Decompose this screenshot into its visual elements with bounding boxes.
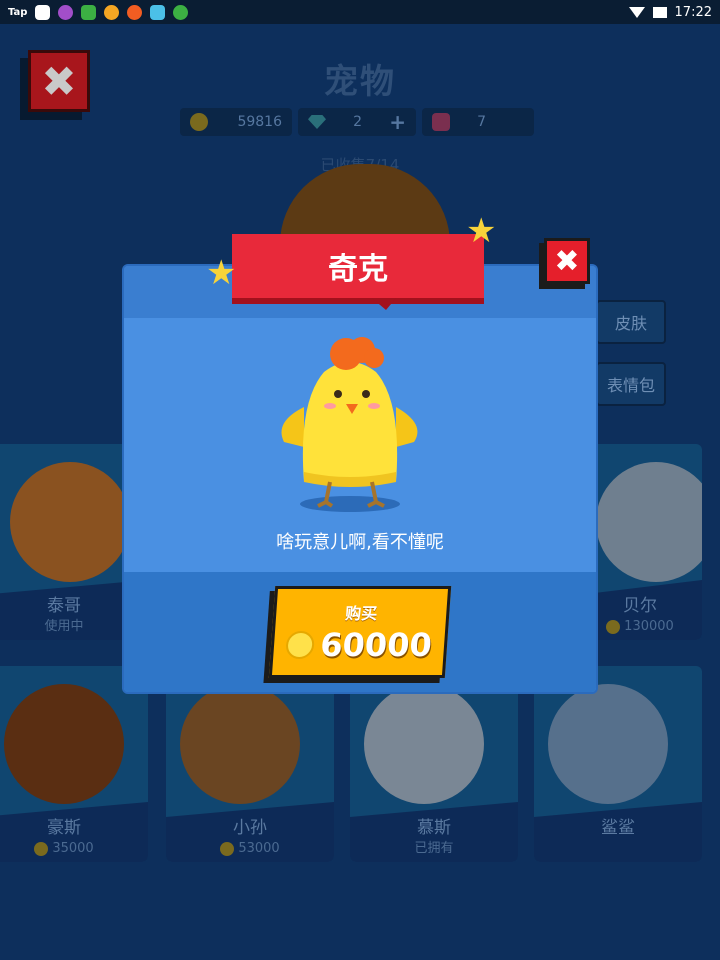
clock: 17:22: [674, 4, 712, 20]
bag-balance: 7: [422, 108, 534, 136]
coin-icon: [606, 619, 621, 634]
app-icon-3: [81, 4, 97, 20]
pet-name: 小孙: [233, 818, 267, 838]
download-icon: [173, 4, 189, 20]
pet-image: [4, 684, 124, 804]
app-icon-2: [58, 4, 74, 20]
coin-icon: [34, 841, 49, 856]
dialog-pet-name: 奇克: [328, 252, 388, 287]
coin-count: 59816: [237, 114, 282, 130]
close-icon: ✖: [554, 243, 580, 279]
wifi-icon: [628, 6, 645, 18]
gem-count: 2: [353, 114, 363, 130]
gem-balance: 2 +: [298, 108, 416, 136]
star-icon: ★: [466, 211, 497, 251]
bag-count: 7: [477, 114, 486, 130]
pet-price: 130000: [578, 619, 702, 634]
currency-bar: 59816 2 + 7: [180, 108, 534, 136]
app-icon-6: [150, 4, 166, 20]
ribbon-tail: [372, 298, 396, 310]
battery-icon: [652, 6, 667, 18]
pet-card-sha-sha[interactable]: 鲨鲨: [534, 666, 702, 862]
sticker-pack-button[interactable]: 表情包: [596, 362, 666, 406]
coin-balance: 59816: [180, 108, 292, 136]
coin-icon: [285, 631, 316, 659]
pet-image: [596, 462, 702, 582]
bag-icon: [432, 113, 450, 131]
coin-icon: [220, 841, 235, 856]
pet-card-mu-si[interactable]: 慕斯 已拥有: [350, 666, 518, 862]
buy-label: 购买: [344, 604, 378, 623]
star-icon: ★: [206, 253, 237, 293]
notification-icons: Tap: [8, 4, 189, 20]
pet-name: 贝尔: [623, 596, 657, 616]
app-icon-4: [104, 4, 120, 20]
pet-price: 53000: [166, 841, 334, 856]
pet-status: 已拥有: [414, 841, 454, 856]
app-icon-5: [127, 4, 143, 20]
skin-button[interactable]: 皮肤: [596, 300, 666, 344]
pet-name: 豪斯: [47, 818, 81, 838]
add-gems-button[interactable]: +: [389, 110, 406, 134]
pet-card-bei-er[interactable]: 贝尔 130000: [578, 444, 702, 640]
close-dialog-button[interactable]: ✖: [544, 238, 590, 284]
buy-button[interactable]: 购买 60000: [268, 586, 452, 678]
chick-pet-image: [264, 332, 434, 516]
pet-description: 啥玩意儿啊,看不懂呢: [276, 532, 444, 553]
pet-image: [10, 462, 130, 582]
pet-name-ribbon: 奇克: [232, 234, 484, 298]
app-icon-1: [35, 4, 51, 20]
pet-card-xiao-sun[interactable]: 小孙 53000: [166, 666, 334, 862]
pet-price: 35000: [0, 841, 148, 856]
coin-icon: [190, 113, 208, 131]
diamond-icon: [308, 115, 326, 129]
screen-title: 宠物: [324, 62, 396, 102]
pet-card-hao-si[interactable]: 豪斯 35000: [0, 666, 148, 862]
pet-name: 鲨鲨: [601, 818, 635, 838]
pet-image: [180, 684, 300, 804]
tap-app-label: Tap: [8, 6, 28, 18]
pet-image: [364, 684, 484, 804]
status-bar: Tap 17:22: [0, 0, 720, 24]
pet-name: 慕斯: [417, 818, 451, 838]
pet-image: [548, 684, 668, 804]
price-value: 60000: [319, 626, 434, 664]
price-row: 60000: [285, 626, 433, 664]
